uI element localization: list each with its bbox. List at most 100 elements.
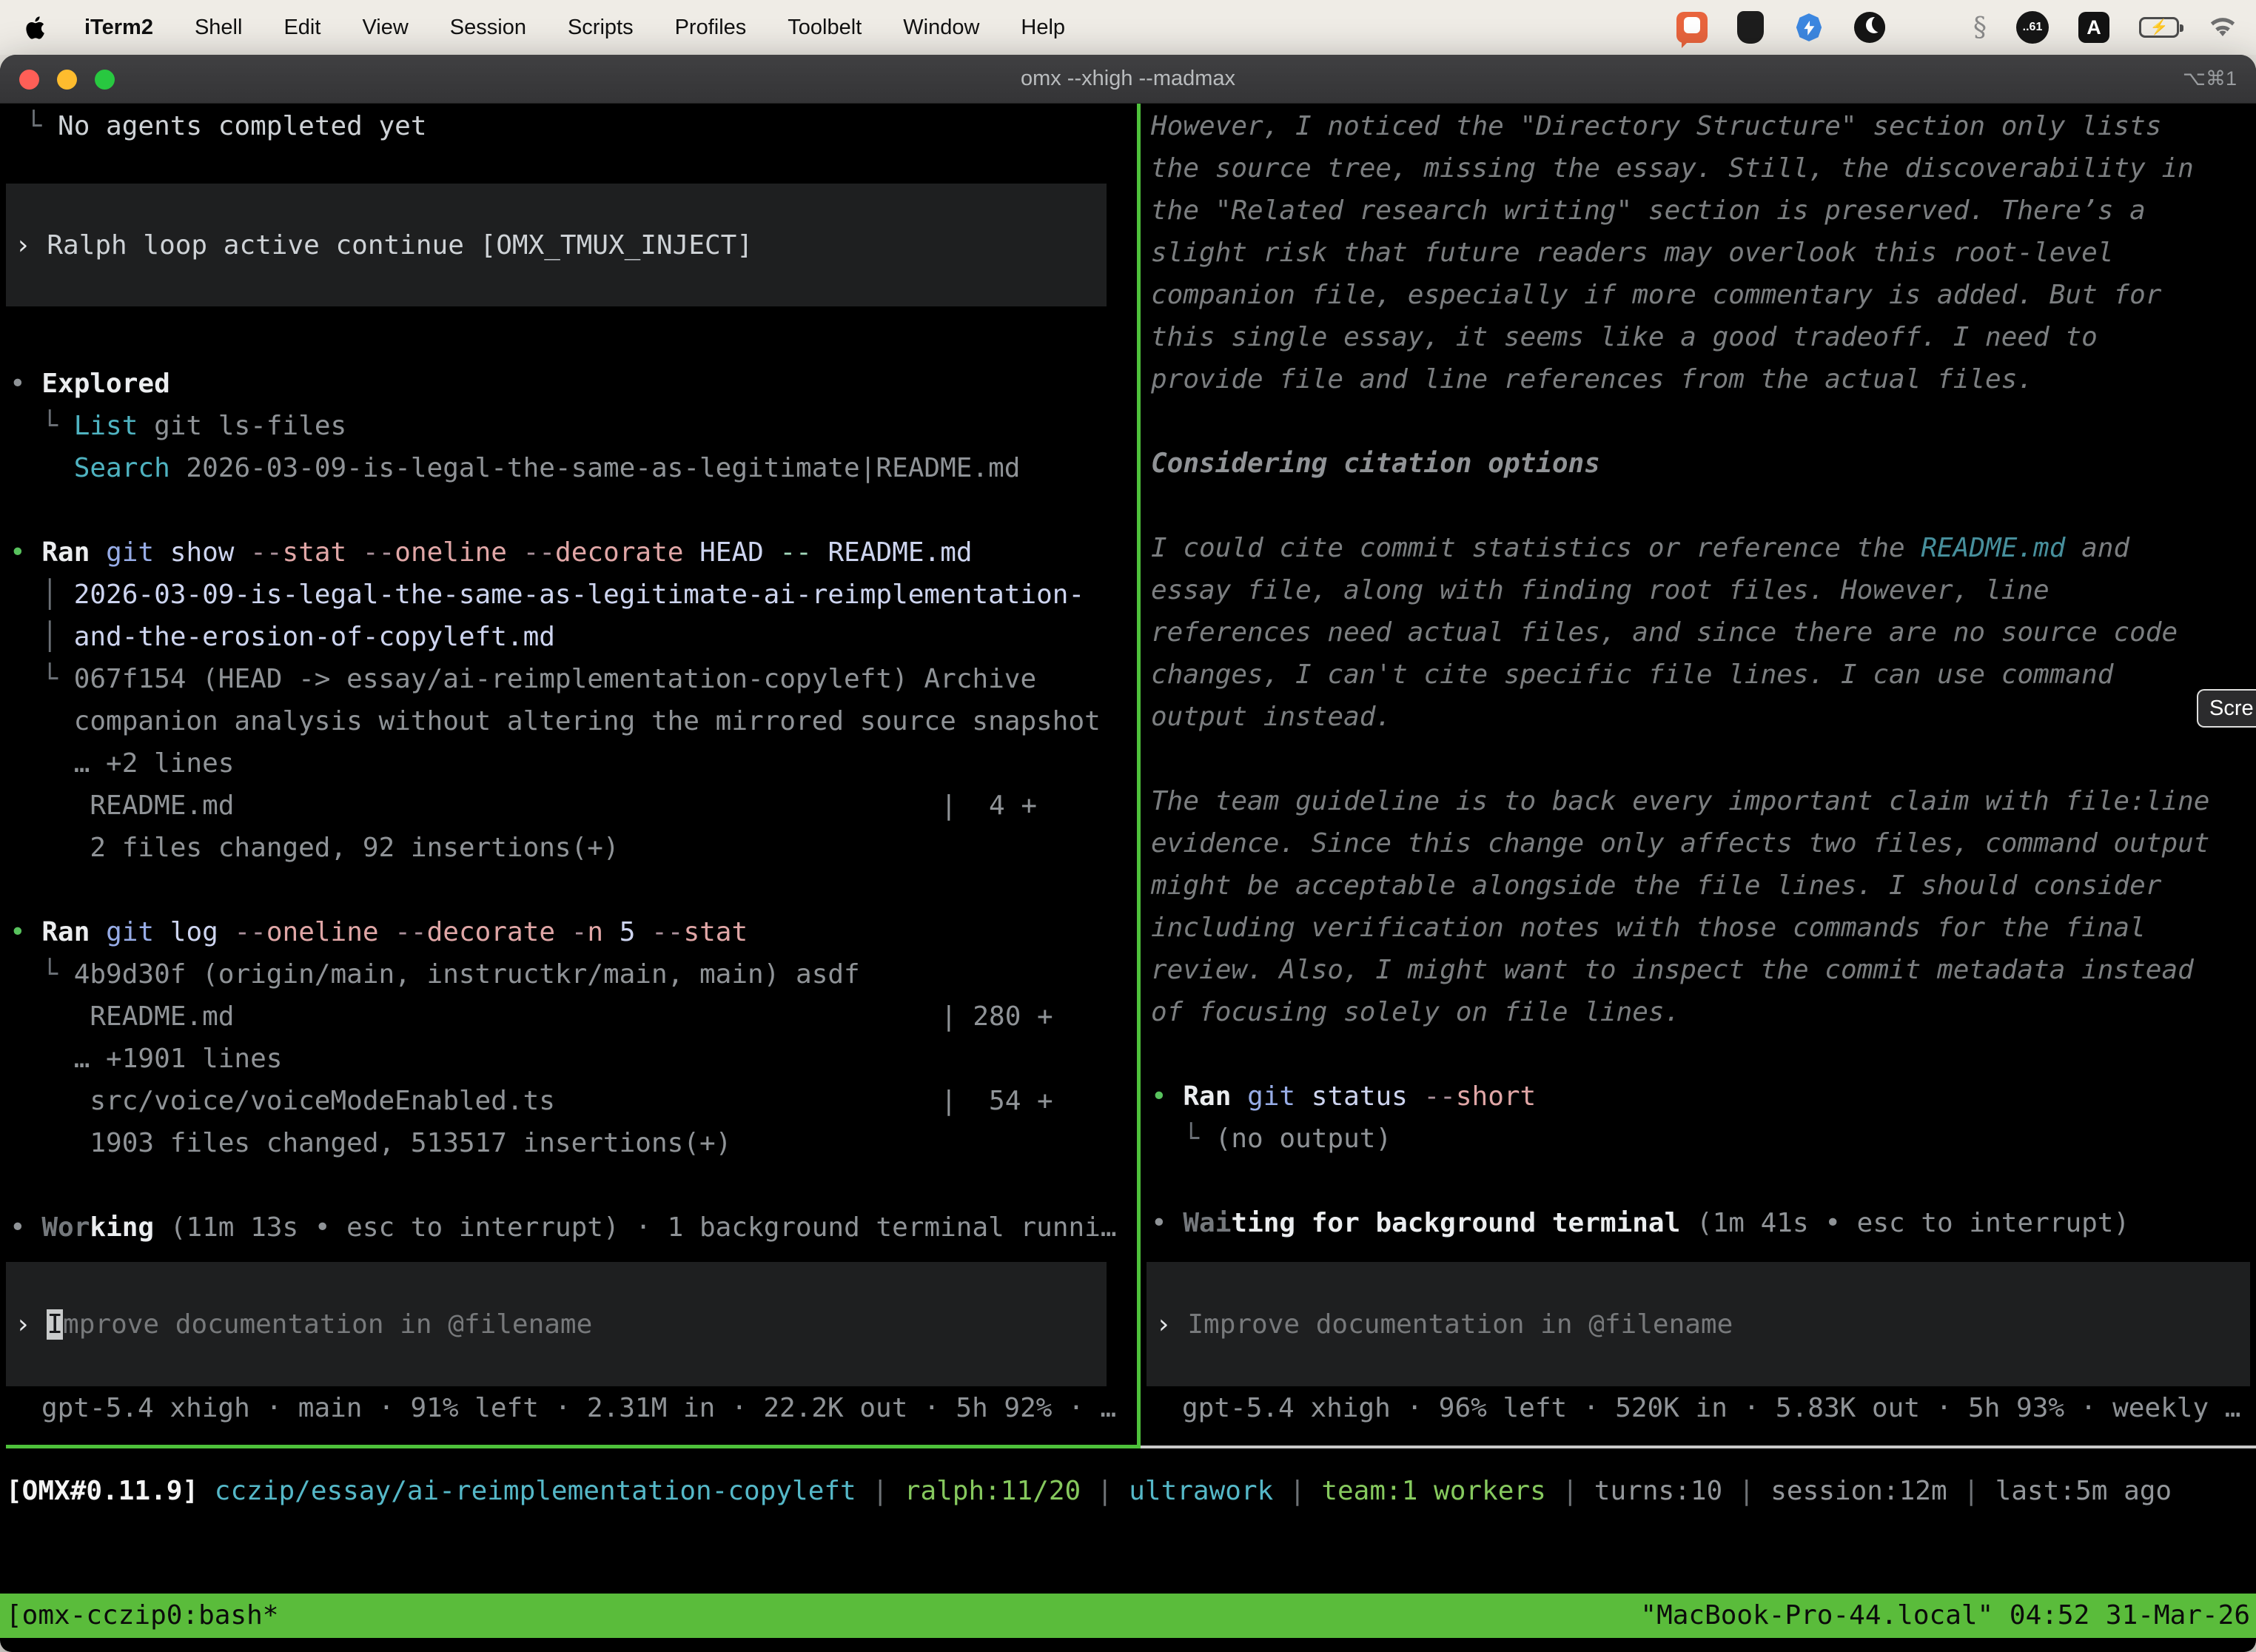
terminal-line: I could cite commit statistics or refere… [1151,527,2209,569]
terminal-line: evidence. Since this change only affects… [1151,822,2209,864]
terminal-line: Search 2026-03-09-is-legal-the-same-as-l… [10,447,1117,489]
terminal-line: changes, I can't cite specific file line… [1151,654,2209,696]
terminal-line [10,869,1117,911]
apple-icon[interactable] [25,15,47,41]
terminal-line: references need actual files, and since … [1151,611,2209,654]
left-session-status: gpt-5.4 xhigh · main · 91% left · 2.31M … [0,1387,1137,1429]
terminal-line: └ (no output) [1151,1118,2209,1160]
terminal-line: review. Also, I might want to inspect th… [1151,949,2209,991]
terminal-line: │ 2026-03-09-is-legal-the-same-as-legiti… [10,574,1117,616]
left-transcript: • Explored └ List git ls-files Search 20… [10,363,1117,1249]
terminal-line: 2 files changed, 92 insertions(+) [10,827,1117,869]
menu-bar: iTerm2 Shell Edit View Session Scripts P… [0,0,2256,55]
terminal-line [10,1164,1117,1206]
pane-divider[interactable] [1137,104,1141,1448]
terminal-line [1151,738,2209,780]
terminal-line: └ 067f154 (HEAD -> essay/ai-reimplementa… [10,658,1117,700]
terminal-line: [OMX#0.11.9] cczip/essay/ai-reimplementa… [6,1470,2172,1512]
terminal-line: • Ran git show --stat --oneline --decora… [10,531,1117,574]
terminal-line: • Working (11m 13s • esc to interrupt) ·… [10,1206,1117,1249]
terminal-line: output instead. [1151,696,2209,738]
battery-icon[interactable]: ⚡ [2139,17,2179,38]
terminal-line: this single essay, it seems like a good … [1151,316,2209,358]
squiggle-icon[interactable]: § [1973,13,1987,43]
terminal-line: including verification notes with those … [1151,907,2209,949]
tmux-host-clock: "MacBook-Pro-44.local" 04:52 31-Mar-26 [1640,1594,2250,1638]
terminal-line: └ List git ls-files [10,405,1117,447]
terminal-line [1151,485,2209,527]
terminal-line: Considering citation options [1151,443,2209,485]
terminal-line: › Improve documentation in @filename [1155,1303,2250,1346]
right-session-status: gpt-5.4 xhigh · 96% left · 520K in · 5.8… [1141,1387,2256,1429]
menu-item-toolbelt[interactable]: Toolbelt [788,16,862,40]
terminal-line: src/voice/voiceModeEnabled.ts| 54 + [10,1080,1117,1122]
window-title: omx --xhigh --madmax [0,67,2256,91]
terminal-line: companion file, especially if more comme… [1151,274,2209,316]
terminal-line: • Ran git status --short [1151,1075,2209,1118]
terminal-line: • Waiting for background terminal (1m 41… [1151,1202,2209,1244]
left-pane-bottom-border [6,1445,1137,1448]
wifi-icon[interactable] [2209,16,2237,38]
terminal-line: of focusing solely on file lines. [1151,991,2209,1033]
iterm2-window: omx --xhigh --madmax ⌥⌘1 └ No agents com… [0,55,2256,1652]
window-shortcut-hint: ⌥⌘1 [2183,67,2237,90]
terminal-line: gpt-5.4 xhigh · main · 91% left · 2.31M … [41,1387,1137,1429]
terminal-line: › Ralph loop active continue [OMX_TMUX_I… [15,224,1107,266]
right-prompt-input[interactable]: › Improve documentation in @filename [1147,1262,2250,1386]
menu-item-view[interactable]: View [362,16,408,40]
menu-item-help[interactable]: Help [1021,16,1065,40]
grid-shield-icon[interactable] [1737,11,1764,44]
terminal-line: essay file, along with finding root file… [1151,569,2209,611]
ralph-loop-banner: › Ralph loop active continue [OMX_TMUX_I… [6,184,1107,306]
terminal-line: │ and-the-erosion-of-copyleft.md [10,616,1117,658]
terminal-line: … +1901 lines [10,1038,1117,1080]
window-title-bar[interactable]: omx --xhigh --madmax ⌥⌘1 [0,55,2256,104]
badge-61-icon[interactable]: ..61 [2016,11,2049,44]
right-transcript: However, I noticed the "Directory Struct… [1151,105,2209,1244]
terminal-line: • Ran git log --oneline --decorate -n 5 … [10,911,1117,953]
left-pane-top-line: └ No agents completed yet [10,105,427,147]
dots-grid-icon[interactable] [1915,13,1944,42]
tmux-session-name: [omx-cczip0:bash* [6,1594,278,1638]
terminal-line [1151,400,2209,443]
blue-bolt-icon[interactable] [1793,12,1824,43]
terminal-line: › Improve documentation in @filename [15,1303,1107,1346]
terminal-line: The team guideline is to back every impo… [1151,780,2209,822]
menu-item-edit[interactable]: Edit [283,16,320,40]
terminal-line: └ No agents completed yet [10,105,427,147]
menu-item-iterm2[interactable]: iTerm2 [84,16,153,40]
menu-item-profiles[interactable]: Profiles [675,16,747,40]
terminal-line: gpt-5.4 xhigh · 96% left · 520K in · 5.8… [1182,1387,2256,1429]
terminal-line: • Explored [10,363,1117,405]
crescent-icon[interactable] [1854,12,1885,43]
terminal-line: the source tree, missing the essay. Stil… [1151,147,2209,189]
left-prompt-input[interactable]: › Improve documentation in @filename [6,1262,1107,1386]
terminal-line: └ 4b9d30f (origin/main, instructkr/main,… [10,953,1117,995]
terminal-line: README.md| 280 + [10,995,1117,1038]
terminal-line: 1903 files changed, 513517 insertions(+) [10,1122,1117,1164]
menu-item-session[interactable]: Session [450,16,526,40]
tmux-status-bar: [omx-cczip0:bash* "MacBook-Pro-44.local"… [0,1594,2256,1638]
menu-item-shell[interactable]: Shell [195,16,243,40]
right-pane-bottom-border [1141,1446,2256,1448]
terminal-line: slight risk that future readers may over… [1151,232,2209,274]
terminal-line: README.md| 4 + [10,785,1117,827]
menu-status-icons: § ..61 A ⚡ [1676,11,2237,44]
menu-items: iTerm2 Shell Edit View Session Scripts P… [25,15,1107,41]
terminal-line: … +2 lines [10,742,1117,785]
chat-bubble-icon[interactable] [1676,12,1708,43]
terminal-line: companion analysis without altering the … [10,700,1117,742]
terminal-line [1151,1160,2209,1202]
terminal-line [1151,1033,2209,1075]
terminal-line: provide file and line references from th… [1151,358,2209,400]
omx-status-line: [OMX#0.11.9] cczip/essay/ai-reimplementa… [6,1470,2172,1512]
menu-item-window[interactable]: Window [903,16,979,40]
screen-overlay-button[interactable]: Scre [2197,689,2256,728]
menu-item-scripts[interactable]: Scripts [568,16,634,40]
terminal-line: the "Related research writing" section i… [1151,189,2209,232]
terminal-line: However, I noticed the "Directory Struct… [1151,105,2209,147]
keycap-a-icon[interactable]: A [2078,12,2109,43]
terminal-line [10,489,1117,531]
terminal-line: might be acceptable alongside the file l… [1151,864,2209,907]
battery-bolt-glyph: ⚡ [2150,20,2169,35]
